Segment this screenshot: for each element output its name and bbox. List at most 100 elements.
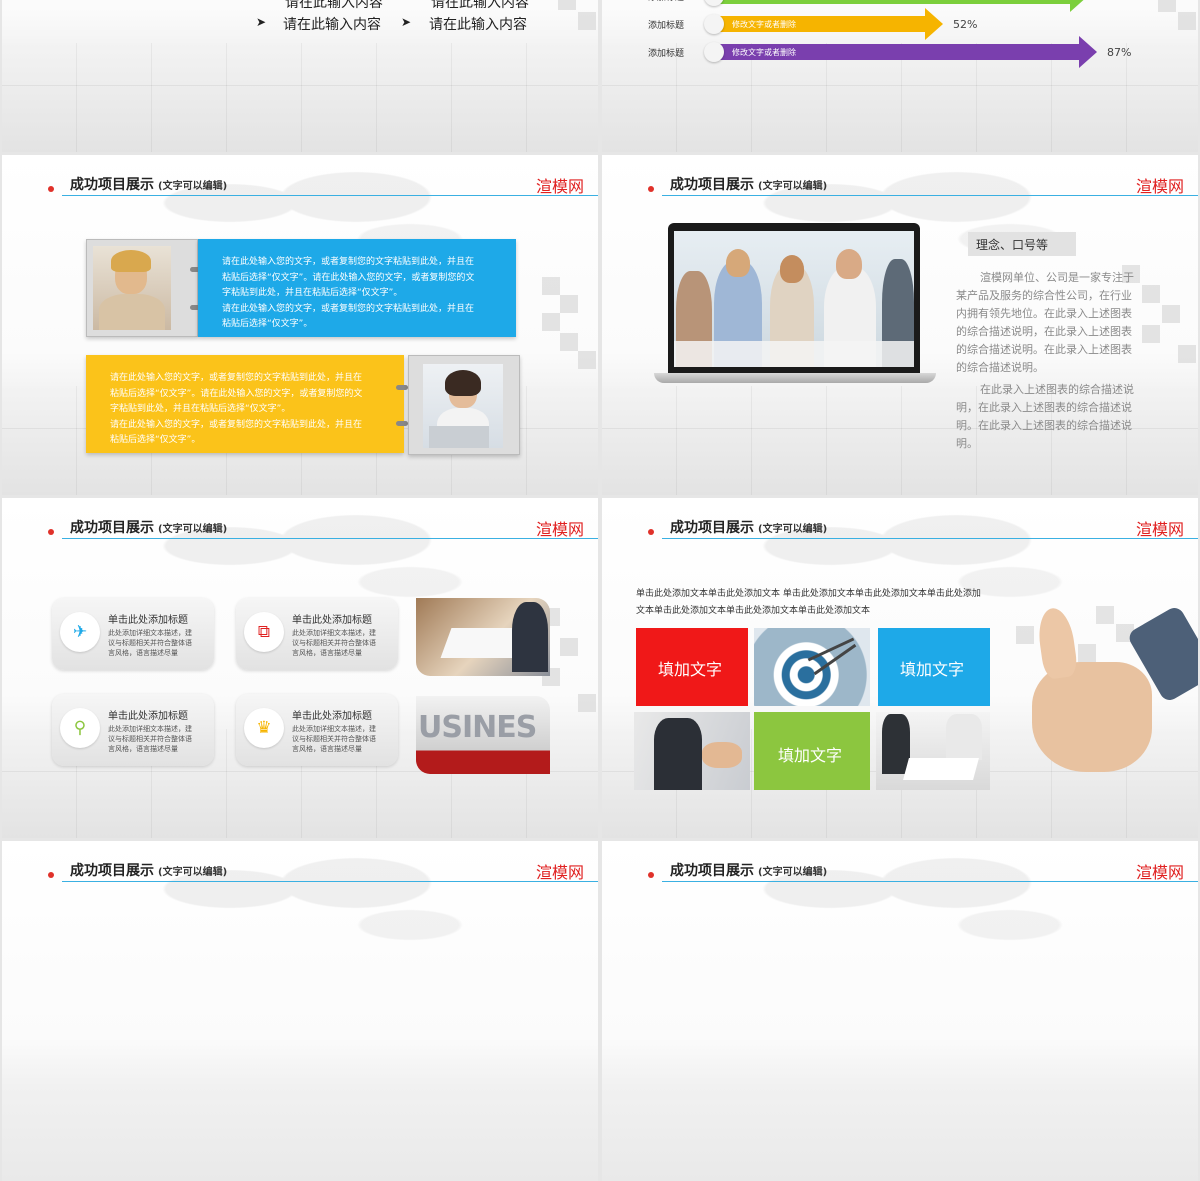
text-line: 粘贴后选择“仅文字”。请在此处输入您的文字，或者复制您的文 — [110, 388, 363, 399]
text-line: 请在此处输入您的文字，或者复制您的文字粘贴到此处，并且在 — [222, 303, 475, 314]
text-line: 粘贴后选择“仅文字”。请在此处输入您的文字，或者复制您的文 — [222, 272, 475, 283]
icon-circle: ♛ — [244, 708, 284, 748]
paper-plane-icon: ✈ — [72, 622, 88, 642]
page-title: 成功项目展示 (文字可以编辑) — [70, 860, 227, 880]
page-title: 成功项目展示 (文字可以编辑) — [70, 174, 227, 194]
pen-hand-photo — [634, 712, 750, 790]
bar-label: 添加标题 — [648, 0, 684, 3]
slide-2: 添加标题修改文字或者删除85%添加标题修改文字或者删除52%添加标题修改文字或者… — [602, 0, 1198, 152]
title-subtitle: (文字可以编辑) — [758, 867, 828, 878]
card-desc: 言风格，语言描述尽量 — [292, 745, 362, 753]
paragraph-line: 的综合描述说明。 — [956, 361, 1044, 374]
card-desc: 言风格，语言描述尽量 — [108, 649, 178, 657]
paragraph-line: 内拥有领先地位。在此录入上述图表 — [956, 307, 1132, 320]
card-desc: 此处添加详细文本描述，建 — [292, 629, 376, 637]
progress-bar: 修改文字或者删除 — [720, 44, 1079, 60]
trophy-icon: ♛ — [256, 718, 272, 738]
laptop-screen — [668, 223, 920, 373]
business-photo: USINES — [416, 696, 550, 774]
header-dot — [648, 186, 654, 192]
page-title: 成功项目展示 (文字可以编辑) — [670, 860, 827, 880]
photo-frame — [86, 239, 198, 337]
blue-text-body: 请在此处输入您的文字，或者复制您的文字粘贴到此处，并且在 粘贴后选择“仅文字”。请… — [222, 255, 474, 333]
ring-clip — [396, 385, 408, 390]
slide-6: 成功项目展示 (文字可以编辑) 渲模网 单击此处添加文本单击此处添加文本 单击此处… — [602, 498, 1198, 838]
decor-pixel — [1142, 285, 1160, 303]
card-title: 单击此处添加标题 — [292, 615, 372, 626]
feature-card[interactable]: ⧉ 单击此处添加标题 此处添加详细文本描述，建 议与标题相关并符合整体语 言风格，语言描… — [236, 598, 398, 670]
slide-4: 成功项目展示 (文字可以编辑) 渲模网 理念、口号等 渲模网单位、公司是一家专注于… — [602, 155, 1198, 495]
slogan-label-box: 理念、口号等 — [968, 232, 1076, 256]
bar-percent: 85% — [1098, 0, 1122, 3]
decor-pixel — [1178, 345, 1196, 363]
card-desc: 议与标题相关并符合整体语 — [108, 639, 192, 647]
woman-headset-photo — [93, 246, 171, 330]
page-title: 成功项目展示 (文字可以编辑) — [670, 174, 827, 194]
blue-text-box: 请在此处输入您的文字，或者复制您的文字粘贴到此处，并且在 粘贴后选择“仅文字”。请… — [198, 239, 516, 337]
card-title: 单击此处添加标题 — [108, 711, 188, 722]
progress-bar: 修改文字或者删除 — [720, 0, 1070, 4]
feature-card[interactable]: ✈ 单击此处添加标题 此处添加详细文本描述，建 议与标题相关并符合整体语 言风格，语言描… — [52, 598, 214, 670]
intro-text: 文本单击此处添加文本单击此处添加文本单击此处添加文本 — [636, 606, 871, 616]
decor-pixel — [1142, 325, 1160, 343]
face — [726, 249, 750, 277]
bar-bullet — [704, 14, 724, 34]
brand-logo: 渲模网 — [1135, 520, 1184, 539]
header-divider — [62, 195, 598, 196]
title-subtitle: (文字可以编辑) — [158, 181, 228, 192]
bar-text: 修改文字或者删除 — [732, 48, 796, 57]
signing-photo — [876, 712, 990, 790]
feature-card[interactable]: ♛ 单击此处添加标题 此处添加详细文本描述，建 议与标题相关并符合整体语 言风格，语言描… — [236, 694, 398, 766]
decor-pixel — [542, 313, 560, 331]
face — [780, 255, 804, 283]
yellow-text-box: 请在此处输入您的文字，或者复制您的文字粘贴到此处，并且在 粘贴后选择“仅文字”。请… — [86, 355, 404, 453]
header-dot — [48, 872, 54, 878]
bullet-text: 请在此输入内容 — [283, 17, 381, 33]
brand-logo: 渲模网 — [1135, 863, 1184, 882]
person — [512, 602, 548, 672]
feature-card[interactable]: ⚲ 单击此处添加标题 此处添加详细文本描述，建 议与标题相关并符合整体语 言风格，语言描… — [52, 694, 214, 766]
paragraph-line: 某产品及服务的综合性公司，在行业 — [956, 289, 1132, 302]
description-paragraph: 渲模网单位、公司是一家专注于 某产品及服务的综合性公司，在行业 内拥有领先地位。在此… — [956, 269, 1134, 377]
icon-circle: ⚲ — [60, 708, 100, 748]
paper — [903, 758, 979, 780]
squares-icon: ⧉ — [257, 622, 271, 642]
bar-label: 添加标题 — [648, 21, 685, 31]
floor — [2, 43, 598, 152]
suit — [654, 718, 702, 790]
meeting-photo — [674, 231, 914, 367]
bar-percent: 87% — [1107, 46, 1132, 59]
slide-5: 成功项目展示 (文字可以编辑) 渲模网 ✈ 单击此处添加标题 此处添加详细文本描述，建… — [2, 498, 598, 838]
decor-pixel — [542, 277, 560, 295]
title-text: 成功项目展示 — [670, 863, 754, 879]
person — [882, 714, 910, 774]
card-title: 单击此处添加标题 — [292, 711, 372, 722]
bar-bullet — [704, 0, 724, 6]
paragraph-line: 明。 — [956, 437, 978, 450]
ring-clip — [396, 421, 408, 426]
tile-text: 填加文字 — [778, 746, 843, 765]
title-subtitle: (文字可以编辑) — [758, 181, 828, 192]
target-darts-photo — [754, 628, 870, 706]
header-dot — [648, 529, 654, 535]
card-desc: 议与标题相关并符合整体语 — [292, 735, 376, 743]
card-desc: 此处添加详细文本描述，建 — [292, 725, 376, 733]
green-text-tile: 填加文字 — [754, 712, 870, 790]
progress-bar: 修改文字或者删除 — [720, 16, 925, 32]
bar-label: 添加标题 — [648, 49, 685, 59]
world-map-decor — [722, 841, 1082, 961]
progress-arrow-head — [1070, 0, 1088, 12]
decor-pixel — [578, 694, 596, 712]
slide-3: 成功项目展示 (文字可以编辑) 渲模网 请在此处输入您的文字，或者复制您的文字粘贴… — [2, 155, 598, 495]
header-divider — [62, 538, 598, 539]
decor-pixel — [560, 638, 578, 656]
meeting-table-photo — [416, 598, 550, 676]
brand-logo: 渲模网 — [535, 177, 584, 196]
icon-circle: ⧉ — [244, 612, 284, 652]
person — [946, 714, 982, 760]
hand — [702, 742, 742, 768]
text-line: 粘贴后选择“仅文字”。 — [222, 319, 313, 329]
intro-text: 单击此处添加文本单击此处添加文本 单击此处添加文本单击此处添加文本单击此处添加 — [636, 589, 981, 599]
laptop-base — [654, 373, 936, 383]
bullet-arrow-icon: ➤ — [256, 15, 267, 29]
